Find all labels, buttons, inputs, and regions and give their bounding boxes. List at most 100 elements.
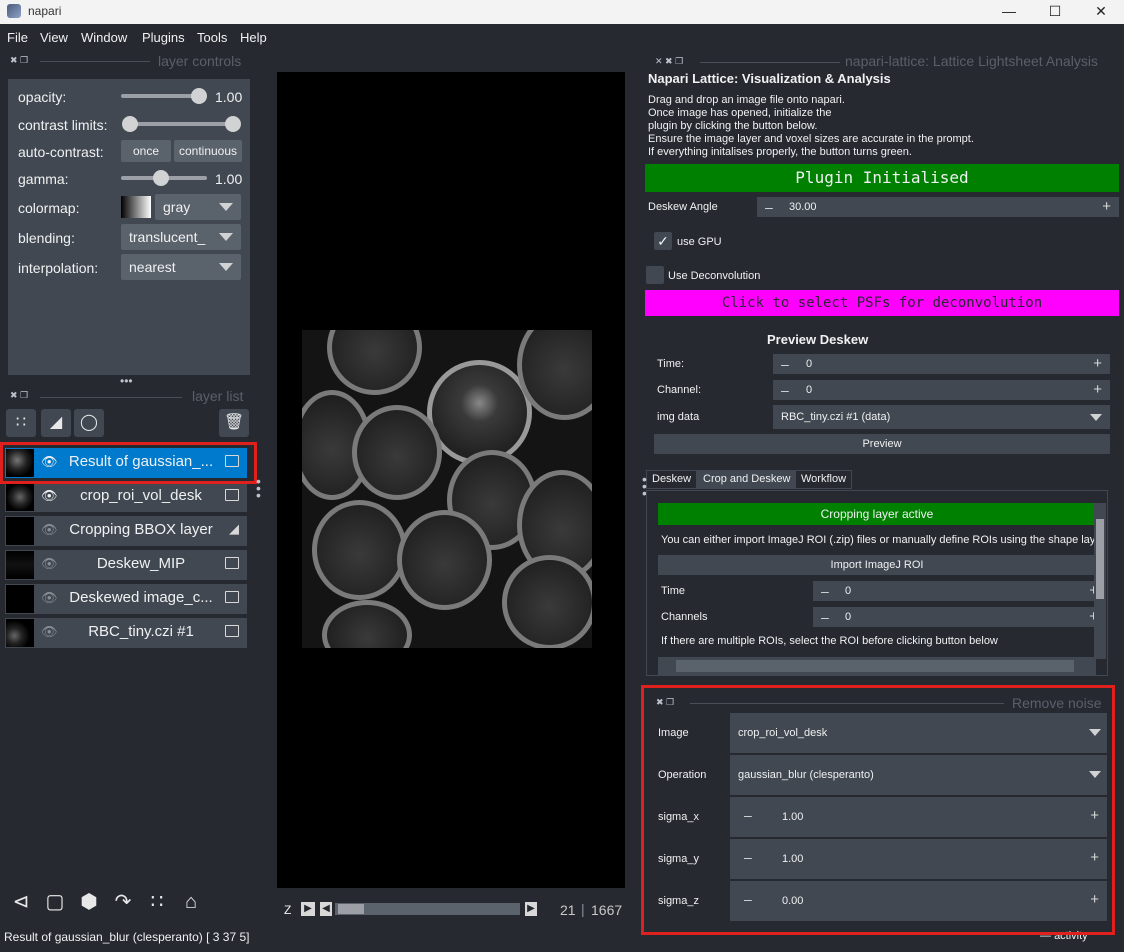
select-psfs-button[interactable]: Click to select PSFs for deconvolution bbox=[645, 290, 1119, 316]
lattice-instructions: Drag and drop an image file onto napari.… bbox=[648, 94, 1118, 159]
opacity-slider-handle[interactable] bbox=[191, 88, 207, 104]
contrast-limits-label: contrast limits: bbox=[18, 117, 108, 133]
console-icon[interactable]: ⊲ bbox=[6, 887, 36, 917]
layer-row-deskewed-image[interactable]: 👁 Deskewed image_c... bbox=[5, 584, 247, 614]
horizontal-scrollbar[interactable] bbox=[658, 657, 1096, 675]
dock-close-icon[interactable]: ✕ ✖ ❐ bbox=[655, 56, 683, 67]
eye-closed-icon[interactable]: 👁 bbox=[41, 590, 58, 606]
deskew-angle-spinbox[interactable]: – 30.00 + bbox=[757, 197, 1119, 217]
tab-deskew[interactable]: Deskew bbox=[646, 470, 698, 489]
crop-channels-value: 0 bbox=[845, 611, 852, 623]
preview-button-label: Preview bbox=[862, 438, 902, 450]
layer-row-rbc-tiny[interactable]: 👁 RBC_tiny.czi #1 bbox=[5, 618, 247, 648]
contrast-max-handle[interactable] bbox=[225, 116, 241, 132]
interpolation-select[interactable]: nearest bbox=[121, 254, 241, 280]
layer-thumbnail bbox=[6, 619, 34, 647]
minimize-icon[interactable]: — bbox=[986, 0, 1032, 24]
step-back-icon[interactable]: ◀ bbox=[320, 902, 332, 916]
scrollbar-thumb[interactable] bbox=[676, 660, 1074, 672]
dock-divider bbox=[40, 61, 150, 62]
cube-icon[interactable]: ⬢ bbox=[74, 887, 104, 917]
menu-help[interactable]: Help bbox=[240, 30, 267, 45]
points-icon[interactable]: ∷ bbox=[6, 409, 36, 437]
crop-time-value: 0 bbox=[845, 585, 852, 597]
scrollbar-thumb[interactable] bbox=[1096, 519, 1104, 599]
crop-channels-spinbox[interactable]: – 0 + bbox=[813, 607, 1098, 627]
maximize-icon[interactable]: ☐ bbox=[1032, 0, 1078, 24]
z-slider-track[interactable] bbox=[335, 903, 520, 915]
minus-icon[interactable]: – bbox=[821, 609, 829, 625]
splitter-handle[interactable]: ••• bbox=[120, 374, 133, 388]
use-gpu-label: use GPU bbox=[677, 236, 722, 248]
play-icon[interactable]: ▶ bbox=[301, 902, 315, 916]
home-icon[interactable]: ⌂ bbox=[176, 887, 206, 917]
dims-slider: Z ▶ ◀ ▶ 21 | 1667 bbox=[277, 896, 625, 924]
image-layer-icon bbox=[225, 557, 239, 569]
img-data-select[interactable]: RBC_tiny.czi #1 (data) bbox=[773, 405, 1110, 429]
time-spinbox[interactable]: – 0 + bbox=[773, 354, 1110, 374]
layer-list-header: layer list bbox=[192, 388, 244, 404]
minus-icon[interactable]: – bbox=[781, 356, 789, 372]
menu-tools[interactable]: Tools bbox=[197, 30, 227, 45]
square-icon[interactable]: ▢ bbox=[40, 887, 70, 917]
auto-contrast-once-button[interactable]: once bbox=[121, 140, 171, 162]
menu-plugins[interactable]: Plugins bbox=[142, 30, 185, 45]
vertical-splitter-handle[interactable]: • • • bbox=[256, 474, 261, 502]
layer-row-deskew-mip[interactable]: 👁 Deskew_MIP bbox=[5, 550, 247, 580]
contrast-limits-slider[interactable] bbox=[128, 122, 238, 126]
eye-closed-icon[interactable]: 👁 bbox=[41, 522, 58, 538]
contrast-min-handle[interactable] bbox=[122, 116, 138, 132]
image-layer-icon bbox=[225, 625, 239, 637]
plugin-initialised-button[interactable]: Plugin Initialised bbox=[645, 164, 1119, 192]
status-bar: Result of gaussian_blur (clesperanto) [ … bbox=[0, 928, 640, 950]
z-slider-handle[interactable] bbox=[338, 904, 364, 914]
labels-icon[interactable]: ◯ bbox=[74, 409, 104, 437]
grid-icon[interactable]: ∷ bbox=[142, 887, 172, 917]
dock-float-icon[interactable]: ✖ ❐ bbox=[10, 390, 28, 401]
blending-select[interactable]: translucent_ bbox=[121, 224, 241, 250]
window-title: napari bbox=[28, 4, 62, 18]
use-deconvolution-checkbox[interactable] bbox=[646, 266, 664, 284]
cropping-layer-active-button[interactable]: Cropping layer active bbox=[658, 503, 1096, 525]
interpolation-value: nearest bbox=[129, 259, 176, 275]
preview-button[interactable]: Preview bbox=[654, 434, 1110, 454]
channel-value: 0 bbox=[806, 384, 813, 396]
import-imagej-roi-button[interactable]: Import ImageJ ROI bbox=[658, 555, 1096, 575]
gamma-slider-handle[interactable] bbox=[153, 170, 169, 186]
eye-closed-icon[interactable]: 👁 bbox=[41, 556, 58, 572]
use-gpu-checkbox[interactable]: ✓ bbox=[654, 232, 672, 250]
close-icon[interactable]: ✕ bbox=[1078, 0, 1124, 24]
tab-crop-and-deskew[interactable]: Crop and Deskew bbox=[697, 470, 797, 489]
minus-icon[interactable]: – bbox=[821, 583, 829, 599]
shapes-icon[interactable]: ◢ bbox=[41, 409, 71, 437]
selected-layer-highlight bbox=[0, 442, 257, 484]
remove-noise-highlight bbox=[641, 685, 1115, 935]
plus-icon[interactable]: + bbox=[1093, 355, 1102, 372]
dock-float-icon[interactable]: ✖ ❐ bbox=[10, 55, 28, 66]
interpolation-label: interpolation: bbox=[18, 260, 99, 276]
menu-view[interactable]: View bbox=[40, 30, 68, 45]
auto-contrast-continuous-button[interactable]: continuous bbox=[174, 140, 242, 162]
plus-icon[interactable]: + bbox=[1093, 381, 1102, 398]
tab-workflow[interactable]: Workflow bbox=[795, 470, 853, 489]
plus-icon[interactable]: + bbox=[1102, 198, 1111, 215]
step-forward-icon[interactable]: ▶ bbox=[525, 902, 537, 916]
minus-icon[interactable]: – bbox=[781, 382, 789, 398]
transpose-icon[interactable]: ↷ bbox=[108, 887, 138, 917]
trash-icon[interactable]: 🗑 bbox=[219, 409, 249, 437]
layer-row-crop-roi[interactable]: 👁 crop_roi_vol_desk bbox=[5, 482, 247, 512]
vertical-scrollbar[interactable] bbox=[1094, 503, 1106, 659]
menu-window[interactable]: Window bbox=[81, 30, 127, 45]
channel-spinbox[interactable]: – 0 + bbox=[773, 380, 1110, 400]
minus-icon[interactable]: – bbox=[765, 199, 773, 215]
eye-closed-icon[interactable]: 👁 bbox=[41, 624, 58, 640]
chevron-down-icon bbox=[219, 203, 233, 211]
colormap-select[interactable]: gray bbox=[155, 194, 241, 220]
deskew-angle-value: 30.00 bbox=[789, 201, 817, 213]
layer-row-cropping-bbox[interactable]: 👁 Cropping BBOX layer ◢ bbox=[5, 516, 247, 546]
crop-time-spinbox[interactable]: – 0 + bbox=[813, 581, 1098, 601]
menu-file[interactable]: File bbox=[7, 30, 28, 45]
layer-name: Cropping BBOX layer bbox=[69, 521, 213, 538]
eye-icon[interactable]: 👁 bbox=[41, 488, 58, 504]
layer-thumbnail bbox=[6, 483, 34, 511]
